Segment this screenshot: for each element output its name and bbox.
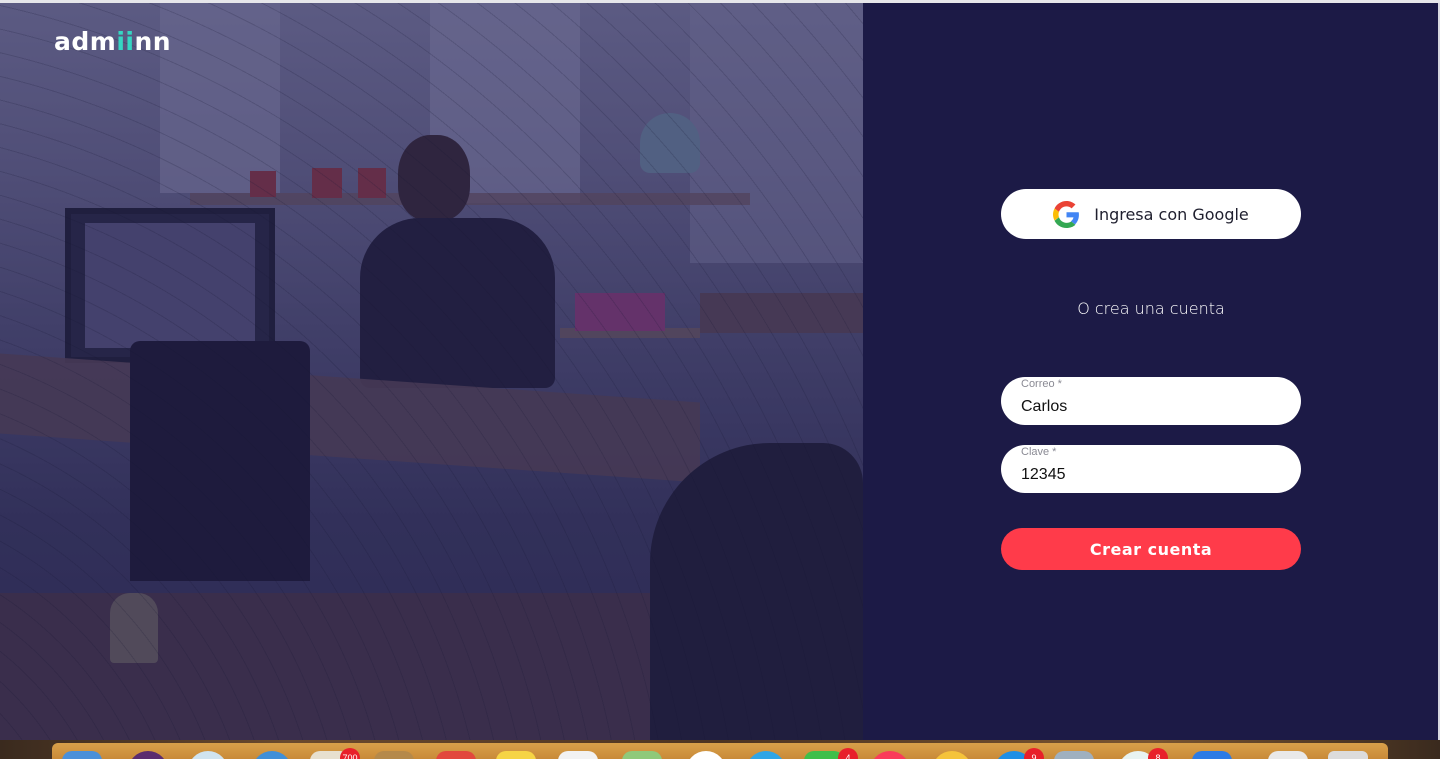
- app-icon[interactable]: [128, 751, 168, 759]
- hero-wave-lines: [0, 3, 863, 740]
- app-icon[interactable]: [622, 751, 662, 759]
- email-field[interactable]: Correo *: [1001, 377, 1301, 425]
- notification-badge: 4: [838, 748, 858, 759]
- password-field[interactable]: Clave *: [1001, 445, 1301, 493]
- logo-text-prefix: adm: [54, 27, 117, 56]
- app-icon[interactable]: [1054, 751, 1094, 759]
- email-input[interactable]: [1021, 396, 1281, 418]
- create-account-button[interactable]: Crear cuenta: [1001, 528, 1301, 570]
- music-icon[interactable]: [870, 751, 910, 759]
- notification-badge: 8: [1148, 748, 1168, 759]
- signup-panel: Ingresa con Google O crea una cuenta Cor…: [863, 3, 1440, 740]
- app-icon[interactable]: [746, 751, 786, 759]
- app-icon[interactable]: [932, 751, 972, 759]
- notes-icon[interactable]: [496, 751, 536, 759]
- email-field-label: Correo *: [1021, 378, 1062, 390]
- app-icon[interactable]: [252, 751, 292, 759]
- app-icon[interactable]: [558, 751, 598, 759]
- logo-text-suffix: nn: [134, 27, 172, 56]
- divider-text: O crea una cuenta: [1077, 299, 1225, 318]
- app-icon[interactable]: [374, 751, 414, 759]
- notification-badge: 700: [340, 748, 360, 759]
- app-icon[interactable]: [1192, 751, 1232, 759]
- mac-dock: 700 4 9 8: [52, 743, 1388, 759]
- logo-text-accent: ii: [116, 27, 135, 56]
- brand-logo[interactable]: admiinn: [54, 27, 171, 56]
- app-icon[interactable]: [188, 751, 228, 759]
- trash-icon[interactable]: [1328, 751, 1368, 759]
- google-signin-button[interactable]: Ingresa con Google: [1001, 189, 1301, 239]
- google-button-label: Ingresa con Google: [1094, 204, 1249, 224]
- google-icon: [1053, 200, 1080, 228]
- password-input[interactable]: [1021, 464, 1281, 486]
- password-field-label: Clave *: [1021, 446, 1057, 458]
- notification-badge: 9: [1024, 748, 1044, 759]
- photos-icon[interactable]: [686, 751, 726, 759]
- app-icon[interactable]: [436, 751, 476, 759]
- finder-icon[interactable]: [62, 751, 102, 759]
- downloads-folder-icon[interactable]: [1268, 751, 1308, 759]
- hero-photo: admiinn: [0, 3, 863, 740]
